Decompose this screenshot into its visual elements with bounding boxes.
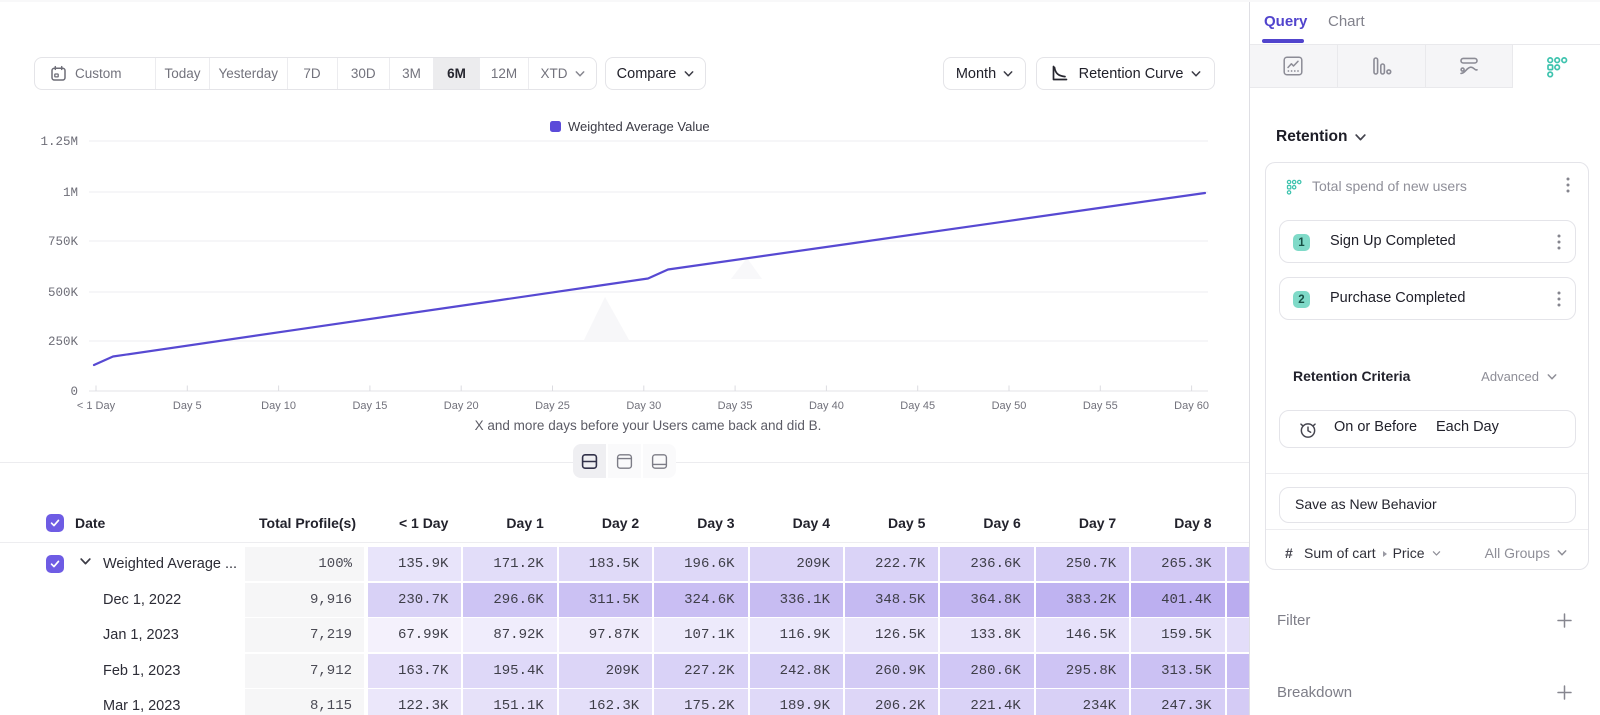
svg-text:Day 35: Day 35 xyxy=(718,400,753,412)
svg-text:Day 50: Day 50 xyxy=(992,400,1027,412)
svg-text:Day 45: Day 45 xyxy=(900,400,935,412)
svg-text:1.25M: 1.25M xyxy=(40,135,78,149)
svg-text:750K: 750K xyxy=(48,235,79,249)
svg-text:Day 25: Day 25 xyxy=(535,400,570,412)
svg-text:X and more days before your Us: X and more days before your Users came b… xyxy=(475,418,822,433)
svg-text:0: 0 xyxy=(70,385,78,399)
svg-text:500K: 500K xyxy=(48,286,79,300)
svg-text:Day 55: Day 55 xyxy=(1083,400,1118,412)
svg-text:< 1 Day: < 1 Day xyxy=(77,400,116,412)
svg-text:Day 20: Day 20 xyxy=(444,400,479,412)
svg-text:Day 15: Day 15 xyxy=(352,400,387,412)
svg-text:Day 60: Day 60 xyxy=(1174,400,1209,412)
svg-text:Day 40: Day 40 xyxy=(809,400,844,412)
svg-text:250K: 250K xyxy=(48,335,79,349)
svg-text:Day 5: Day 5 xyxy=(173,400,202,412)
svg-text:Day 10: Day 10 xyxy=(261,400,296,412)
svg-text:Day 30: Day 30 xyxy=(626,400,661,412)
svg-text:1M: 1M xyxy=(63,186,78,200)
